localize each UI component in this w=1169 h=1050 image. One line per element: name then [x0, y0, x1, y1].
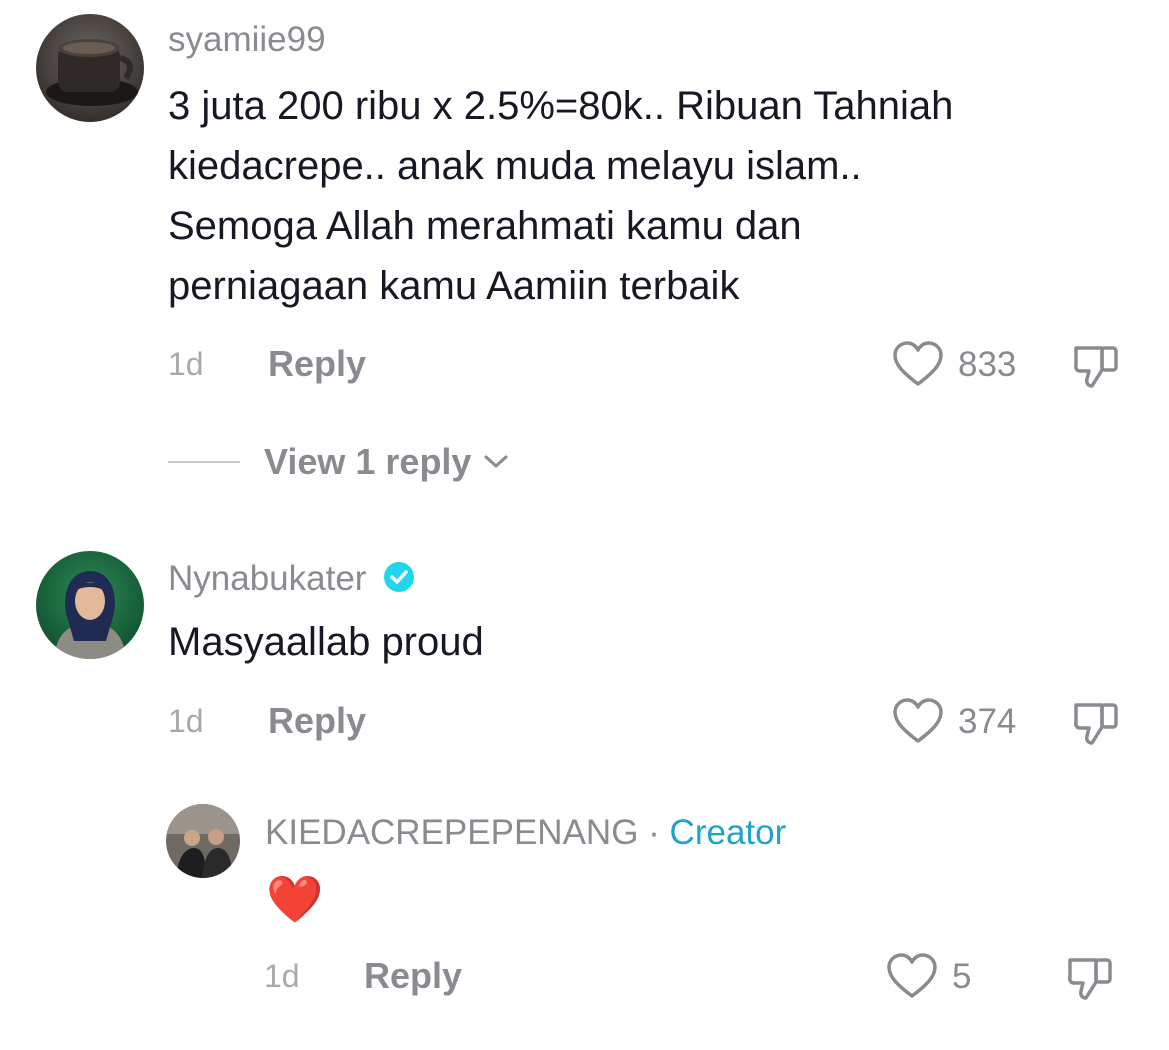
- heart-outline-icon: [893, 698, 943, 743]
- like-count: 5: [952, 956, 972, 996]
- comment-text: Masyaallab proud: [168, 620, 484, 664]
- verified-check-icon: [384, 562, 415, 592]
- dislike-button[interactable]: [1066, 952, 1118, 1007]
- view-replies-button[interactable]: View 1 reply: [168, 444, 511, 480]
- reply-text: ❤️: [266, 870, 323, 928]
- red-heart-emoji: ❤️: [266, 873, 324, 925]
- thumbs-down-icon: [1068, 958, 1112, 1000]
- dislike-button[interactable]: [1072, 340, 1124, 395]
- separator-dot: ·: [638, 813, 670, 852]
- comment-username[interactable]: Nynabukater: [168, 560, 416, 596]
- avatar-nynabukater[interactable]: [36, 551, 144, 659]
- comment-text: 3 juta 200 ribu x 2.5%=80k.. Ribuan Tahn…: [168, 84, 954, 308]
- comment-timestamp: 1d: [168, 703, 204, 739]
- hijab-portrait-avatar-image: [36, 551, 144, 659]
- heart-outline-icon: [887, 953, 937, 998]
- avatar-kiedacrepepenang[interactable]: [166, 804, 240, 878]
- thumbs-down-icon: [1074, 346, 1118, 388]
- like-button[interactable]: 833: [892, 340, 1016, 388]
- like-button[interactable]: 5: [886, 952, 971, 1000]
- avatar-syamiie99[interactable]: [36, 14, 144, 122]
- dislike-button[interactable]: [1072, 697, 1124, 752]
- chevron-down-icon: [484, 455, 508, 468]
- reply-username-line[interactable]: KIEDACREPEPENANG · Creator: [265, 815, 786, 850]
- reply-button[interactable]: Reply: [268, 703, 366, 739]
- reply-timestamp: 1d: [264, 958, 300, 994]
- creator-badge: Creator: [669, 813, 787, 852]
- coffee-cup-avatar-image: [36, 14, 144, 122]
- view-replies-label: View 1 reply: [264, 441, 472, 482]
- reply-button[interactable]: Reply: [268, 346, 366, 382]
- username-label: Nynabukater: [168, 559, 367, 598]
- reply-button[interactable]: Reply: [364, 958, 462, 994]
- comment-username[interactable]: syamiie99: [168, 22, 326, 57]
- thumbs-down-icon: [1074, 703, 1118, 745]
- reply-username: KIEDACREPEPENANG: [265, 813, 639, 852]
- like-count: 374: [958, 701, 1017, 741]
- heart-outline-icon: [893, 341, 943, 386]
- like-count: 833: [958, 344, 1017, 384]
- comment-timestamp: 1d: [168, 346, 204, 382]
- like-button[interactable]: 374: [892, 697, 1016, 745]
- two-people-avatar-image: [166, 804, 240, 878]
- divider-line: [168, 461, 240, 463]
